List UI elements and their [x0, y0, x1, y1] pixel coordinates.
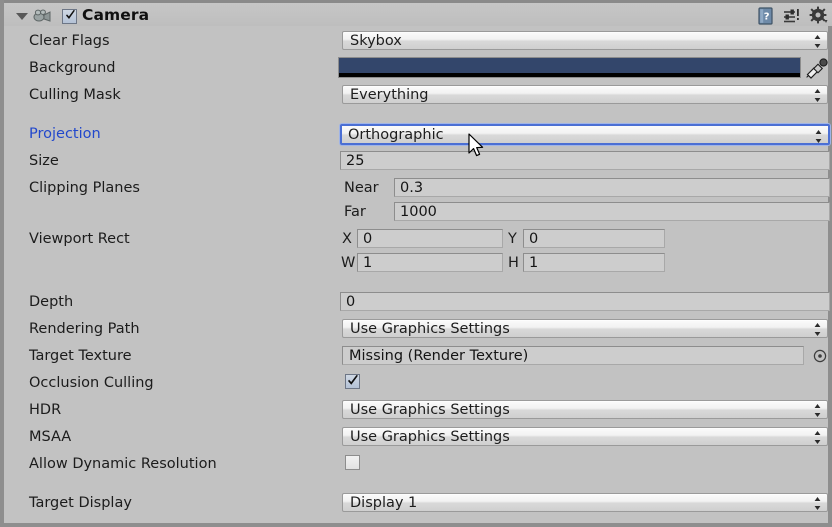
label-depth: Depth: [29, 294, 74, 310]
projection-dropdown[interactable]: Orthographic: [340, 124, 830, 145]
label-target-texture: Target Texture: [29, 348, 132, 364]
camera-icon: [33, 9, 53, 24]
header-icon-group: ?: [755, 6, 830, 27]
chevron-updown-icon: [814, 323, 821, 336]
label-viewport-y: Y: [508, 231, 517, 247]
row-culling-mask: Culling Mask Everything: [4, 85, 832, 108]
chevron-updown-icon: [814, 404, 821, 417]
gear-icon[interactable]: [808, 6, 830, 27]
camera-inspector-panel: Camera ? Clear Flags Skybox Background C…: [0, 0, 832, 527]
clipping-near-value: 0.3: [400, 180, 424, 196]
row-allow-dynamic-resolution: Allow Dynamic Resolution: [4, 454, 832, 477]
label-viewport-rect: Viewport Rect: [29, 231, 130, 247]
rendering-path-value: Use Graphics Settings: [350, 321, 510, 337]
row-background: Background: [4, 57, 832, 81]
viewport-h-input[interactable]: 1: [523, 253, 665, 272]
background-color-alpha-bar: [339, 74, 800, 77]
viewport-x-input[interactable]: 0: [357, 229, 503, 248]
chevron-updown-icon: [814, 431, 821, 444]
component-enabled-checkbox[interactable]: [62, 9, 77, 24]
label-culling-mask: Culling Mask: [29, 87, 121, 103]
help-icon[interactable]: ?: [755, 6, 777, 27]
row-target-texture: Target Texture Missing (Render Texture): [4, 346, 832, 369]
target-display-value: Display 1: [350, 495, 418, 511]
occlusion-culling-checkbox[interactable]: [345, 374, 360, 389]
culling-mask-dropdown[interactable]: Everything: [342, 85, 828, 104]
viewport-y-value: 0: [529, 231, 539, 247]
clear-flags-dropdown[interactable]: Skybox: [342, 31, 828, 50]
target-texture-object-field[interactable]: Missing (Render Texture): [342, 346, 804, 365]
rendering-path-dropdown[interactable]: Use Graphics Settings: [342, 319, 828, 338]
hdr-dropdown[interactable]: Use Graphics Settings: [342, 400, 828, 419]
row-msaa: MSAA Use Graphics Settings: [4, 427, 832, 450]
label-msaa: MSAA: [29, 429, 72, 445]
viewport-y-input[interactable]: 0: [523, 229, 665, 248]
allow-dynamic-resolution-checkbox[interactable]: [345, 455, 360, 470]
row-clear-flags: Clear Flags Skybox: [4, 31, 832, 54]
row-target-display: Target Display Display 1: [4, 493, 832, 516]
target-texture-value: Missing (Render Texture): [349, 348, 529, 364]
background-color-rgb: [339, 58, 800, 73]
label-viewport-x: X: [342, 231, 352, 247]
clear-flags-value: Skybox: [350, 33, 402, 49]
row-clipping-planes-near: Clipping Planes Near 0.3: [4, 178, 832, 201]
label-size: Size: [29, 153, 59, 169]
row-hdr: HDR Use Graphics Settings: [4, 400, 832, 423]
row-rendering-path: Rendering Path Use Graphics Settings: [4, 319, 832, 342]
size-input[interactable]: 25: [340, 151, 830, 170]
hdr-value: Use Graphics Settings: [350, 402, 510, 418]
label-viewport-h: H: [508, 255, 519, 271]
svg-text:?: ?: [763, 11, 769, 22]
label-projection: Projection: [29, 126, 101, 142]
row-projection: Projection Orthographic: [4, 124, 832, 147]
preset-icon[interactable]: [781, 6, 803, 27]
object-picker-icon[interactable]: [813, 349, 827, 363]
label-far: Far: [344, 204, 366, 220]
clipping-far-input[interactable]: 1000: [394, 202, 830, 221]
component-title: Camera: [82, 6, 150, 24]
label-clear-flags: Clear Flags: [29, 33, 110, 49]
clipping-near-input[interactable]: 0.3: [394, 178, 830, 197]
row-clipping-planes-far: Far 1000: [4, 202, 832, 225]
check-icon: [347, 375, 359, 388]
label-allow-dynamic-resolution: Allow Dynamic Resolution: [29, 456, 217, 472]
row-depth: Depth 0: [4, 292, 832, 315]
label-occlusion-culling: Occlusion Culling: [29, 375, 154, 391]
msaa-dropdown[interactable]: Use Graphics Settings: [342, 427, 828, 446]
chevron-updown-icon: [814, 35, 821, 48]
label-clipping-planes: Clipping Planes: [29, 180, 140, 196]
projection-value: Orthographic: [348, 127, 444, 143]
chevron-updown-icon: [814, 497, 821, 510]
chevron-updown-icon: [814, 89, 821, 102]
depth-input[interactable]: 0: [340, 292, 830, 311]
row-viewport-rect-xy: Viewport Rect X 0 Y 0: [4, 229, 832, 252]
chevron-updown-icon: [815, 130, 822, 143]
viewport-h-value: 1: [529, 255, 539, 271]
viewport-w-input[interactable]: 1: [357, 253, 503, 272]
label-viewport-w: W: [341, 255, 356, 271]
clipping-far-value: 1000: [400, 204, 437, 220]
depth-value: 0: [346, 294, 356, 310]
label-rendering-path: Rendering Path: [29, 321, 140, 337]
row-viewport-rect-wh: W 1 H 1: [4, 253, 832, 276]
label-background: Background: [29, 60, 116, 76]
eyedropper-icon[interactable]: [804, 58, 830, 80]
culling-mask-value: Everything: [350, 87, 429, 103]
viewport-w-value: 1: [363, 255, 373, 271]
label-target-display: Target Display: [29, 495, 132, 511]
msaa-value: Use Graphics Settings: [350, 429, 510, 445]
check-icon: [65, 10, 76, 22]
row-occlusion-culling: Occlusion Culling: [4, 373, 832, 396]
foldout-triangle-icon[interactable]: [16, 13, 28, 20]
target-display-dropdown[interactable]: Display 1: [342, 493, 828, 512]
label-hdr: HDR: [29, 402, 62, 418]
component-header[interactable]: Camera ?: [4, 0, 832, 26]
size-value: 25: [346, 153, 365, 169]
row-size: Size 25: [4, 151, 832, 174]
background-color-swatch[interactable]: [338, 57, 801, 78]
label-near: Near: [344, 180, 379, 196]
viewport-x-value: 0: [363, 231, 373, 247]
